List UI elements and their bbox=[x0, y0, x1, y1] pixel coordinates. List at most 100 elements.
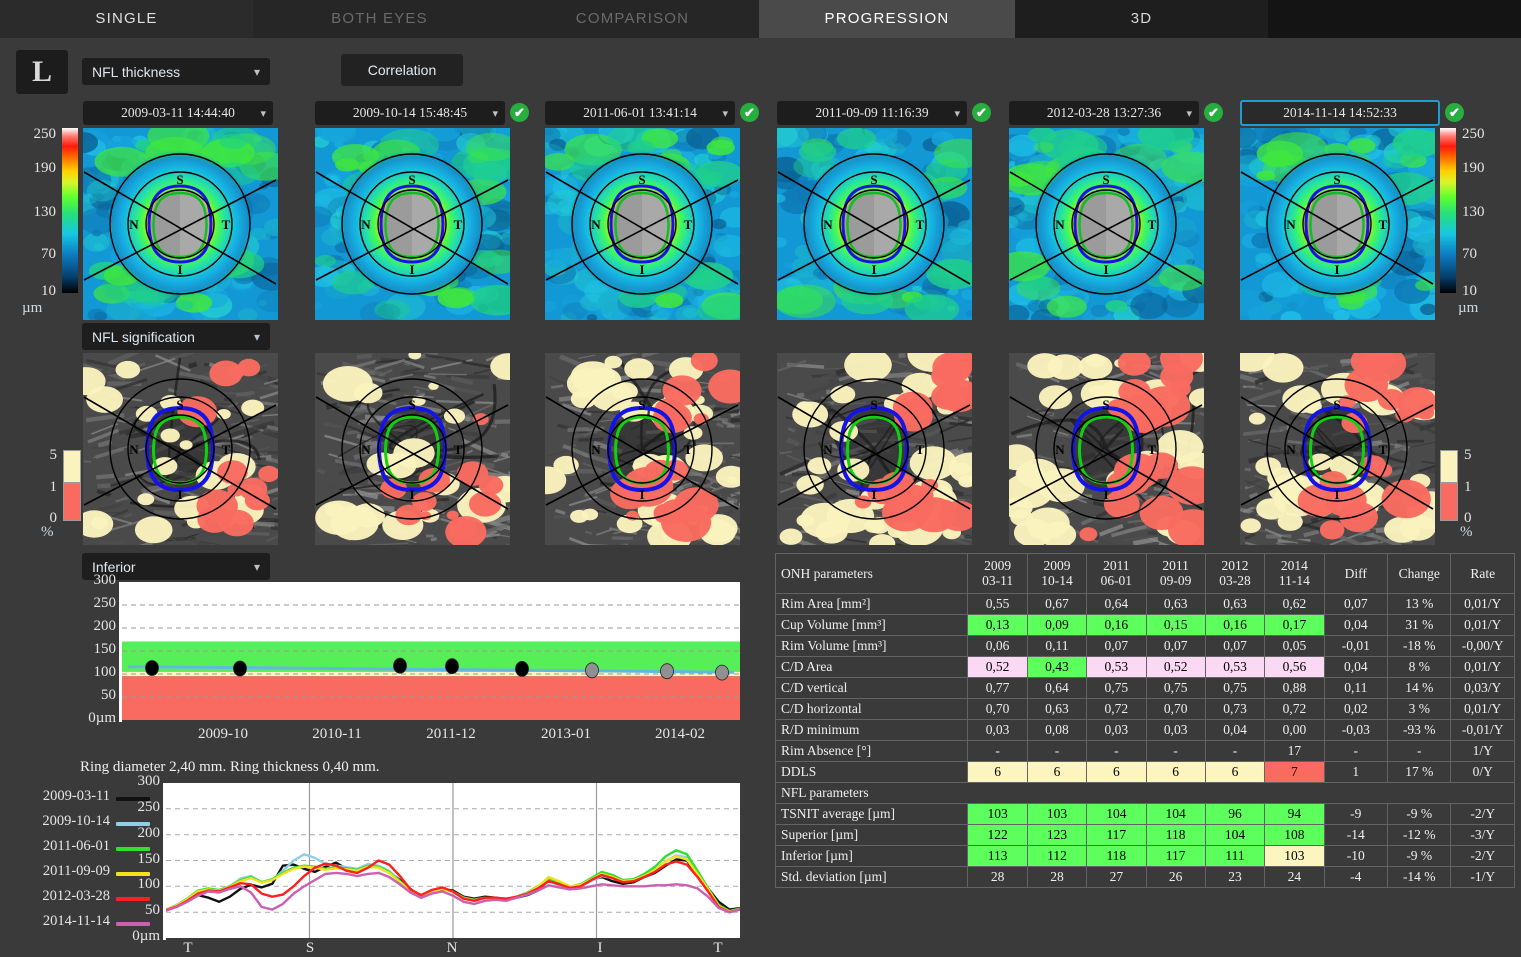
table-cell-value: 0,11 bbox=[1026, 635, 1088, 657]
nfl-signification-map-5[interactable]: S I N T bbox=[1009, 353, 1204, 545]
chevron-down-icon: ▾ bbox=[954, 107, 960, 120]
table-cell-value: 0,07 bbox=[1086, 635, 1147, 657]
table-cell-value: 17 bbox=[1264, 740, 1325, 762]
nfl-thickness-map-3[interactable]: S I N T bbox=[545, 128, 740, 320]
exam-included-checkmark-icon[interactable]: ✔ bbox=[1204, 103, 1223, 122]
thickness-colorbar-tick: 130 bbox=[33, 204, 57, 220]
nfl-thickness-map-6[interactable]: S I N T bbox=[1240, 128, 1435, 320]
chevron-down-icon: ▾ bbox=[722, 107, 728, 120]
exam-timestamp-5[interactable]: 2012-03-28 13:27:36 ▾ bbox=[1009, 101, 1199, 125]
exam-included-checkmark-icon[interactable]: ✔ bbox=[972, 103, 991, 122]
table-row: Superior [µm] 122 123 117 118 104 108 -14 -12 % -… bbox=[774, 824, 1515, 846]
table-cell-change: - bbox=[1387, 740, 1452, 762]
table-cell-value: 23 bbox=[1204, 866, 1266, 888]
table-row: Rim Absence [°] - - - - -17- -1/Y bbox=[774, 740, 1515, 762]
exam-timestamp-1[interactable]: 2009-03-11 14:44:40 ▾ bbox=[83, 101, 273, 125]
significance-colorbar-yellow-band bbox=[63, 450, 81, 483]
table-cell-diff: - bbox=[1323, 740, 1389, 762]
tab-comparison[interactable]: COMPARISON bbox=[506, 0, 759, 38]
table-cell-diff: 0,07 bbox=[1323, 593, 1389, 615]
table-row-label: C/D Area bbox=[774, 656, 969, 678]
correlation-button[interactable]: Correlation bbox=[341, 54, 463, 86]
tab-progression[interactable]: PROGRESSION bbox=[759, 0, 1015, 38]
tab-both-eyes[interactable]: BOTH EYES bbox=[253, 0, 506, 38]
svg-text:T: T bbox=[1148, 217, 1157, 232]
nfl-signification-map-1[interactable]: S I N T bbox=[83, 353, 278, 545]
tsnit-legend-swatch bbox=[116, 897, 150, 901]
exam-included-checkmark-icon[interactable]: ✔ bbox=[510, 103, 529, 122]
exam-included-checkmark-icon[interactable]: ✔ bbox=[1445, 103, 1464, 122]
table-cell-value: 108 bbox=[1264, 824, 1325, 846]
table-cell-value: 28 bbox=[1026, 866, 1088, 888]
svg-text:S: S bbox=[408, 172, 415, 187]
table-cell-value: 26 bbox=[1145, 866, 1206, 888]
tab-single[interactable]: SINGLE bbox=[0, 0, 253, 38]
svg-text:I: I bbox=[1103, 487, 1108, 502]
table-row-label: C/D vertical bbox=[774, 677, 969, 699]
tab-bar: SINGLE BOTH EYES COMPARISON PROGRESSION 3D bbox=[0, 0, 1521, 38]
thickness-colorbar-tick: 250 bbox=[1462, 126, 1485, 142]
progression-plot-area[interactable] bbox=[122, 582, 779, 720]
svg-text:I: I bbox=[409, 487, 414, 502]
table-cell-value: 0,70 bbox=[1145, 698, 1206, 720]
table-cell-value: 0,16 bbox=[1204, 614, 1266, 636]
table-cell-value: 0,03 bbox=[1145, 719, 1206, 741]
tsnit-y-axis bbox=[163, 783, 166, 940]
table-cell-value: 0,53 bbox=[1086, 656, 1147, 678]
table-row-label: DDLS bbox=[774, 761, 969, 783]
table-cell-value: 103 bbox=[1264, 845, 1325, 867]
table-cell-value: 118 bbox=[1086, 845, 1147, 867]
progression-y-tick: 0µm bbox=[88, 710, 116, 726]
header-monthday: 11-14 bbox=[1278, 572, 1310, 588]
exam-timestamp-4[interactable]: 2011-09-09 11:16:39 ▾ bbox=[777, 101, 967, 125]
progression-x-tick: 2009-10 bbox=[198, 726, 248, 742]
nfl-signification-map-6[interactable]: S I N T bbox=[1240, 353, 1435, 545]
table-cell-value: 0,08 bbox=[1026, 719, 1088, 741]
svg-text:N: N bbox=[1055, 217, 1065, 232]
table-cell-diff: -0,03 bbox=[1323, 719, 1389, 741]
table-cell-value: 0,09 bbox=[1026, 614, 1088, 636]
nfl-thickness-map-1[interactable]: S I N T bbox=[83, 128, 278, 320]
table-cell-change: 17 % bbox=[1387, 761, 1452, 783]
exam-timestamp-3[interactable]: 2011-06-01 13:41:14 ▾ bbox=[545, 101, 735, 125]
chevron-down-icon: ▾ bbox=[253, 64, 260, 79]
svg-text:N: N bbox=[1055, 442, 1065, 457]
table-cell-value: 0,62 bbox=[1264, 593, 1325, 615]
table-cell-value: 0,43 bbox=[1026, 656, 1088, 678]
svg-text:N: N bbox=[129, 442, 139, 457]
nfl-thickness-map-2[interactable]: S I N T bbox=[315, 128, 510, 320]
svg-text:N: N bbox=[361, 442, 371, 457]
table-cell-value: 7 bbox=[1264, 761, 1325, 783]
thickness-colorbar-gradient bbox=[62, 128, 78, 293]
nfl-signification-map-3[interactable]: S I N T bbox=[545, 353, 740, 545]
svg-text:T: T bbox=[916, 442, 925, 457]
nfl-signification-map-2[interactable]: S I N T bbox=[315, 353, 510, 545]
table-cell-value: 96 bbox=[1204, 803, 1266, 825]
eye-indicator: L bbox=[16, 50, 68, 94]
nfl-thickness-map-5[interactable]: S I N T bbox=[1009, 128, 1204, 320]
thickness-colorbar-tick: 10 bbox=[41, 283, 56, 299]
signification-label: NFL signification bbox=[92, 328, 195, 345]
table-row-label: Cup Volume [mm³] bbox=[774, 614, 969, 636]
chevron-down-icon: ▾ bbox=[492, 107, 498, 120]
exam-timestamp-2[interactable]: 2009-10-14 15:48:45 ▾ bbox=[315, 101, 505, 125]
map-type-select[interactable]: NFL thickness ▾ bbox=[82, 58, 270, 85]
nfl-signification-map-4[interactable]: S I N T bbox=[777, 353, 972, 545]
table-cell-value: 0,13 bbox=[967, 614, 1028, 636]
tsnit-legend-label: 2009-10-14 bbox=[42, 813, 110, 829]
exam-timestamp-label: 2009-03-11 14:44:40 bbox=[121, 105, 235, 120]
table-row: Rim Volume [mm³] 0,06 0,11 0,07 0,07 0,07 0,05… bbox=[774, 635, 1515, 657]
table-section-title-nfl: NFL parameters bbox=[775, 782, 1515, 804]
tsnit-plot-area[interactable] bbox=[165, 783, 741, 938]
table-row-label: C/D horizontal bbox=[774, 698, 969, 720]
nfl-thickness-map-4[interactable]: S I N T bbox=[777, 128, 972, 320]
tab-3d[interactable]: 3D bbox=[1015, 0, 1268, 38]
svg-text:T: T bbox=[1148, 442, 1157, 457]
progression-x-tick: 2010-11 bbox=[312, 726, 362, 742]
table-cell-value: 113 bbox=[967, 845, 1028, 867]
svg-text:N: N bbox=[1286, 217, 1296, 232]
exam-included-checkmark-icon[interactable]: ✔ bbox=[740, 103, 759, 122]
exam-timestamp-6[interactable]: 2014-11-14 14:52:33 bbox=[1240, 100, 1440, 126]
svg-text:T: T bbox=[1379, 217, 1388, 232]
signification-select[interactable]: NFL signification ▾ bbox=[82, 323, 270, 350]
